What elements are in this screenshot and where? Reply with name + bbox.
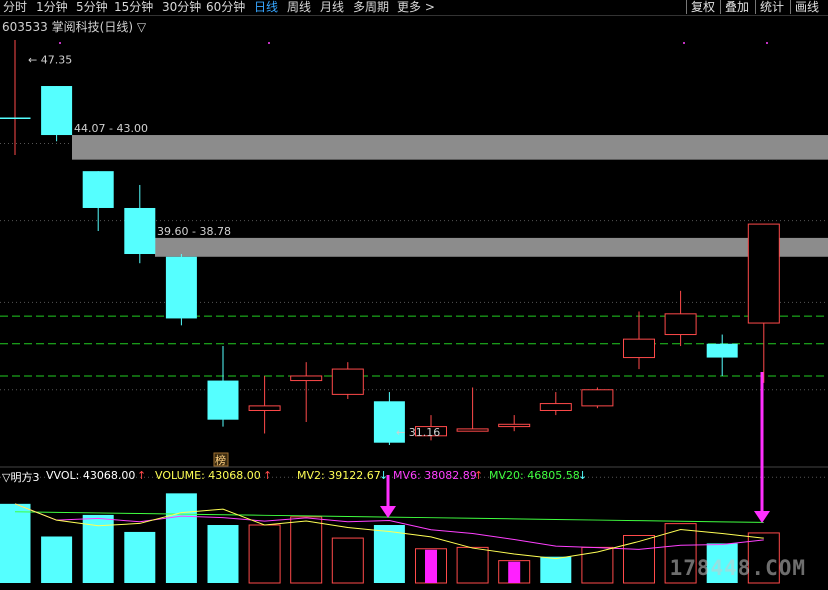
vvol-up-icon: ↑ [137, 469, 147, 482]
volume-up-icon: ↑ [263, 469, 273, 482]
candle-body-2 [82, 171, 114, 208]
top-marker-1 [268, 42, 270, 44]
mv20-down-icon: ↓ [578, 469, 588, 482]
candle-body-1 [41, 86, 73, 136]
candle-body-5 [207, 380, 239, 420]
candle-body-15 [623, 338, 655, 359]
badge-label: 榜 [215, 453, 226, 467]
candle-body-8 [331, 368, 364, 395]
volume-fill-10 [425, 549, 437, 583]
candle-body-7 [290, 375, 323, 382]
volume-bar-15 [623, 535, 655, 584]
top-marker-0 [59, 42, 61, 44]
volume-bar-3 [124, 531, 156, 583]
signal-arrow-head-0 [380, 506, 396, 518]
volume-bar-0 [0, 503, 31, 583]
candle-body-17 [706, 343, 738, 358]
volume-bar-8 [331, 537, 364, 584]
volume-bar-11 [456, 546, 489, 584]
mv2-down-icon: ↓ [379, 469, 389, 482]
indicator-name[interactable]: ▽明方3 [2, 469, 39, 485]
candle-body-3 [124, 207, 156, 255]
volume-bar-6 [248, 524, 281, 584]
gap-band-1 [155, 237, 828, 257]
vvol-label: VVOL: 43068.00 [46, 469, 136, 482]
volume-bar-9 [373, 525, 405, 583]
mv6-up-icon: ↑ [474, 469, 484, 482]
candle-body-6 [248, 405, 281, 411]
gap-label-1: 39.60 - 38.78 [157, 225, 231, 238]
low-price-label: ← 31.16 [396, 426, 440, 439]
candle-body-12 [498, 423, 531, 428]
watermark: 178448.COM [669, 556, 806, 580]
candle-body-11 [456, 428, 489, 432]
candle-body-16 [664, 313, 697, 336]
volume-bar-13 [540, 556, 572, 583]
volume-bar-1 [41, 536, 73, 583]
candle-body-14 [581, 389, 614, 407]
gap-label-0: 44.07 - 43.00 [74, 122, 148, 135]
mv2-label: MV2: 39122.67 [297, 469, 381, 482]
volume-bar-7 [290, 516, 323, 584]
volume-bar-14 [581, 546, 614, 584]
top-marker-3 [766, 42, 768, 44]
volume-bar-5 [207, 525, 239, 583]
high-price-label: ← 47.35 [28, 54, 72, 67]
gap-band-0 [72, 135, 828, 160]
candle-body-13 [539, 403, 572, 411]
top-marker-2 [683, 42, 685, 44]
volume-bar-4 [165, 493, 197, 583]
candle-body-4 [165, 256, 197, 319]
mv20-label: MV20: 46805.58 [489, 469, 580, 482]
kline-chart[interactable]: 44.07 - 43.00 39.60 - 38.78 ← 47.35 ← 31.16… [0, 0, 828, 590]
signal-arrow-head-1 [754, 511, 770, 523]
volume-label: VOLUME: 43068.00 [155, 469, 261, 482]
volume-fill-12 [508, 561, 521, 583]
mv6-label: MV6: 38082.89 [393, 469, 477, 482]
candle-body-18 [747, 223, 780, 324]
